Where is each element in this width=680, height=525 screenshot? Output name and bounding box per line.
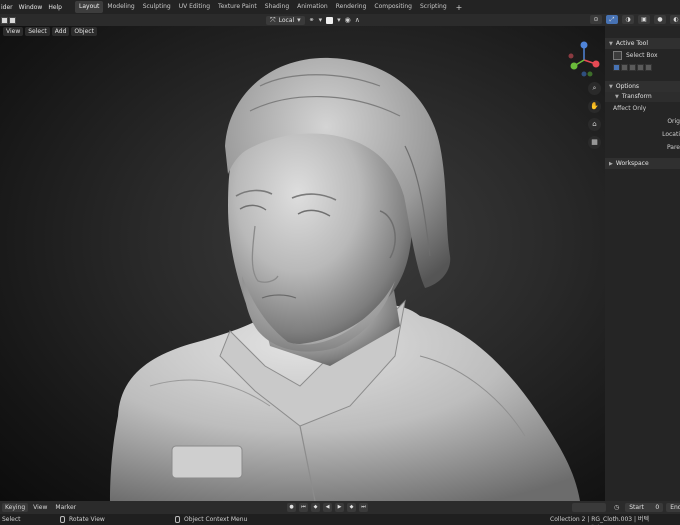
overlay-icon[interactable]: ◑	[622, 15, 634, 24]
tab-sculpting[interactable]: Sculpting	[139, 1, 175, 13]
affect-parents-checkbox[interactable]: Pare	[605, 141, 680, 154]
affect-only-label: Affect Only	[613, 105, 647, 112]
affect-locations-checkbox[interactable]: Locati	[605, 128, 680, 141]
menu-view[interactable]: View	[3, 27, 24, 36]
zoom-icon[interactable]: ⌕	[588, 82, 601, 95]
start-frame-field[interactable]: Start 0	[625, 503, 664, 512]
chevron-right-icon: ▶	[609, 161, 613, 167]
chevron-down-icon: ▼	[609, 41, 613, 47]
pan-hand-icon[interactable]: ✋	[588, 100, 601, 113]
menu-object[interactable]: Object	[71, 27, 97, 36]
status-select: Select	[2, 516, 21, 523]
menu-add[interactable]: Add	[51, 27, 70, 36]
grid-icon[interactable]: ▦	[588, 136, 601, 149]
current-frame-field[interactable]	[572, 503, 606, 512]
chevron-down-icon: ▼	[609, 84, 613, 90]
tab-compositing[interactable]: Compositing	[370, 1, 416, 13]
options-header[interactable]: ▼ Options	[605, 81, 680, 92]
record-icon[interactable]: ●	[287, 503, 296, 512]
workspace-header[interactable]: ▶ Workspace	[605, 158, 680, 169]
mode-intersect-icon[interactable]	[645, 64, 652, 71]
tool-select-box[interactable]: Select Box	[605, 49, 680, 61]
orientation-dropdown[interactable]: ⤧ Local ▾	[266, 15, 305, 25]
jump-start-icon[interactable]: ⏮	[299, 503, 308, 512]
active-tool-header[interactable]: ▼ Active Tool	[605, 38, 680, 49]
sculpt-bust-model	[110, 57, 580, 501]
select-box-icon	[613, 50, 622, 60]
mode-new-icon[interactable]	[613, 64, 620, 71]
mode-extend-icon[interactable]	[621, 64, 628, 71]
proportional-edit-icon[interactable]: ◉	[345, 16, 351, 25]
play-icon[interactable]: ▶	[335, 503, 344, 512]
viewport-menu: View Select Add Object	[3, 27, 97, 36]
chevron-down-icon: ▼	[615, 94, 619, 100]
gizmo-toggle-icon[interactable]: ⤢	[606, 15, 618, 24]
tab-modeling[interactable]: Modeling	[103, 1, 138, 13]
playback-controls: ● ⏮ ◆ ◀ ▶ ◆ ⏭	[287, 503, 368, 512]
next-keyframe-icon[interactable]: ◆	[347, 503, 356, 512]
chevron-down-icon: ▾	[297, 15, 301, 24]
status-rotate: Rotate View	[60, 515, 105, 524]
selection-mode-buttons	[605, 64, 680, 71]
visibility-icon[interactable]: ⊙	[590, 15, 602, 24]
keying-dropdown[interactable]: Keying	[2, 503, 29, 512]
timeline-menu-view[interactable]: View	[30, 503, 50, 512]
menu-render[interactable]: ider	[0, 4, 18, 11]
mouse-middle-icon	[60, 516, 65, 523]
xray-icon[interactable]: ▣	[638, 15, 650, 24]
mode-subtract-icon[interactable]	[629, 64, 636, 71]
status-bar: Select Rotate View Object Context Menu C…	[0, 514, 680, 525]
tab-rendering[interactable]: Rendering	[332, 1, 371, 13]
clock-icon: ◷	[614, 504, 620, 511]
camera-icon[interactable]: ⌂	[588, 118, 601, 131]
status-scene-info: Collection 2 | RG_Cloth.003 | 버텍스:325,93…	[550, 516, 649, 523]
transform-subheader[interactable]: ▼ Transform	[605, 92, 680, 102]
snap-dropdown-icon[interactable]: ▾	[319, 16, 323, 25]
snap-target-icon[interactable]: ▾	[337, 16, 341, 25]
tool-header: ⤧ Local ▾ ⚭ ▾ ▾ ◉ ∧ ⊙ ⤢ ◑ ▣ ● ◐	[0, 14, 680, 26]
shading-material-icon[interactable]: ◐	[670, 15, 680, 24]
tab-animation[interactable]: Animation	[293, 1, 332, 13]
transform-orientation-group: ⤧ Local ▾ ⚭ ▾ ▾ ◉ ∧	[266, 15, 360, 25]
top-menu-bar: ider Window Help Layout Modeling Sculpti…	[0, 0, 680, 14]
mode-invert-icon[interactable]	[637, 64, 644, 71]
timeline-menu-marker[interactable]: Marker	[52, 503, 79, 512]
tab-uv-editing[interactable]: UV Editing	[175, 1, 214, 13]
frame-range: ◷ Start 0 End	[572, 503, 680, 512]
viewport-shading-group: ⊙ ⤢ ◑ ▣ ● ◐	[590, 15, 680, 24]
tab-texture-paint[interactable]: Texture Paint	[214, 1, 261, 13]
navigation-gizmo[interactable]	[566, 40, 602, 80]
menu-select[interactable]: Select	[25, 27, 50, 36]
mouse-right-icon	[175, 516, 180, 523]
jump-end-icon[interactable]: ⏭	[359, 503, 368, 512]
play-reverse-icon[interactable]: ◀	[323, 503, 332, 512]
add-workspace-button[interactable]: +	[451, 3, 468, 12]
prev-keyframe-icon[interactable]: ◆	[311, 503, 320, 512]
snap-toggle-icon[interactable]	[326, 16, 334, 24]
orientation-icon: ⤧	[270, 15, 276, 24]
end-frame-field[interactable]: End	[666, 503, 680, 512]
affect-origins-checkbox[interactable]: Orig	[605, 115, 680, 128]
sidebar-panel: ▼ Active Tool Select Box ▼ Options ▼ Transf…	[605, 26, 680, 501]
menu-help[interactable]: Help	[47, 4, 67, 11]
viewport-nav-buttons: ⌕ ✋ ⌂ ▦	[588, 82, 601, 149]
tab-shading[interactable]: Shading	[261, 1, 293, 13]
timeline-header: Keying View Marker ● ⏮ ◆ ◀ ▶ ◆ ⏭ ◷ Start…	[0, 501, 680, 514]
select-mode-icon[interactable]	[9, 16, 16, 24]
shading-solid-icon[interactable]: ●	[654, 15, 666, 24]
pivot-icon[interactable]: ⚭	[309, 16, 315, 25]
3d-viewport[interactable]: View Select Add Object ⌕ ✋ ⌂ ▦	[0, 26, 605, 501]
tab-scripting[interactable]: Scripting	[416, 1, 451, 13]
tab-layout[interactable]: Layout	[75, 1, 104, 13]
falloff-icon[interactable]: ∧	[355, 16, 360, 25]
menu-window[interactable]: Window	[18, 4, 48, 11]
mode-icon[interactable]	[1, 16, 8, 24]
status-context-menu: Object Context Menu	[175, 515, 247, 524]
